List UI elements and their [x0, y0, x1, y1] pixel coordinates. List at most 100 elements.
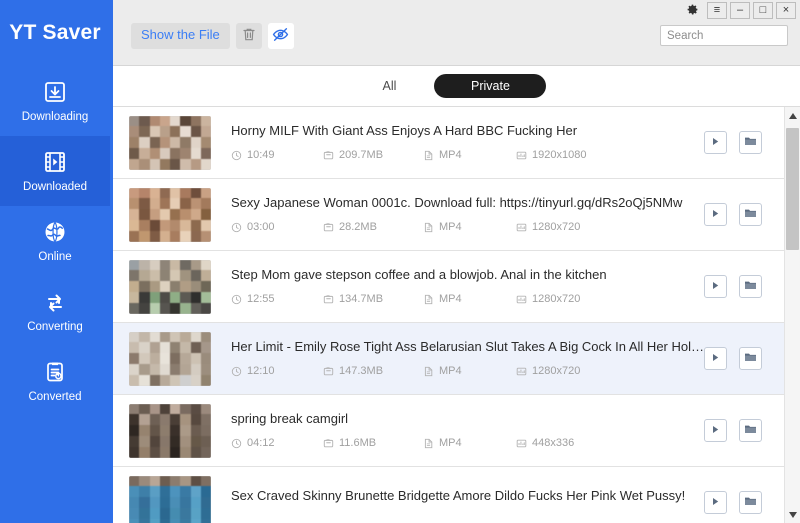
play-icon [710, 494, 721, 512]
row-content: Horny MILF With Giant Ass Enjoys A Hard … [211, 124, 704, 161]
meta-file-size-value: 134.7MB [339, 293, 384, 306]
open-folder-button[interactable] [739, 131, 762, 154]
video-thumbnail [129, 187, 211, 242]
maximize-button[interactable]: □ [753, 2, 773, 19]
meta-file-size: 11.6MB [323, 438, 423, 449]
save-box-icon [323, 438, 334, 449]
play-button[interactable] [704, 131, 727, 154]
sidebar-item-label: Downloaded [23, 181, 87, 194]
play-icon [710, 422, 721, 440]
meta-file-format: MP4 [423, 222, 516, 233]
gear-icon [686, 3, 699, 19]
play-button[interactable] [704, 419, 727, 442]
scrollbar-thumb[interactable] [785, 128, 799, 250]
row-actions [704, 131, 770, 154]
window-controls: ≡ – □ × [682, 2, 796, 19]
play-icon [710, 206, 721, 224]
trash-icon [242, 27, 256, 45]
meta-duration: 10:49 [231, 150, 323, 161]
application-window: YT Saver Downloading Downloaded Online C… [0, 0, 800, 523]
sidebar-item-converting[interactable]: Converting [0, 276, 110, 346]
settings-button[interactable] [682, 2, 702, 19]
play-button[interactable] [704, 491, 727, 514]
open-folder-button[interactable] [739, 203, 762, 226]
meta-duration: 03:00 [231, 222, 323, 233]
clock-icon [231, 294, 242, 305]
table-row[interactable]: Her Limit - Emily Rose Tight Ass Belarus… [113, 323, 784, 395]
resolution-icon [516, 366, 527, 377]
show-the-file-button[interactable]: Show the File [131, 23, 230, 49]
open-folder-button[interactable] [739, 419, 762, 442]
close-button[interactable]: × [776, 2, 796, 19]
row-content: Her Limit - Emily Rose Tight Ass Belarus… [211, 340, 704, 377]
open-folder-button[interactable] [739, 347, 762, 370]
meta-resolution-value: 448x336 [532, 437, 575, 450]
globe-icon [41, 218, 69, 246]
meta-file-size: 209.7MB [323, 150, 423, 161]
meta-file-format-value: MP4 [439, 221, 462, 234]
sidebar-item-converted[interactable]: Converted [0, 346, 110, 416]
clock-icon [231, 366, 242, 377]
folder-icon [744, 350, 757, 368]
meta-file-size: 134.7MB [323, 294, 423, 305]
play-button[interactable] [704, 347, 727, 370]
tab-bar: All Private [113, 66, 800, 107]
play-button[interactable] [704, 203, 727, 226]
file-icon [423, 366, 434, 377]
search-input[interactable] [660, 25, 788, 46]
video-title: Sex Craved Skinny Brunette Bridgette Amo… [231, 489, 686, 504]
meta-file-format: MP4 [423, 438, 516, 449]
meta-duration-value: 12:10 [247, 365, 275, 378]
meta-file-format-value: MP4 [439, 293, 462, 306]
table-row[interactable]: Sexy Japanese Woman 0001c. Download full… [113, 179, 784, 251]
table-row[interactable]: Sex Craved Skinny Brunette Bridgette Amo… [113, 467, 784, 523]
meta-resolution: 1280x720 [516, 366, 636, 377]
resolution-icon [516, 438, 527, 449]
meta-duration: 12:10 [231, 366, 323, 377]
file-icon [423, 294, 434, 305]
scroll-down-button[interactable] [784, 506, 800, 523]
meta-duration: 04:12 [231, 438, 323, 449]
meta-duration-value: 12:55 [247, 293, 275, 306]
table-row[interactable]: spring break camgirl 04:12 11.6MB MP4 448x33… [113, 395, 784, 467]
app-brand-title: YT Saver [9, 21, 101, 44]
clock-icon [231, 438, 242, 449]
meta-file-size-value: 209.7MB [339, 149, 384, 162]
sidebar-item-label: Downloading [21, 111, 89, 124]
scrollbar-track[interactable] [785, 124, 800, 506]
open-folder-button[interactable] [739, 275, 762, 298]
meta-file-format: MP4 [423, 294, 516, 305]
save-box-icon [323, 150, 334, 161]
video-metadata: 04:12 11.6MB MP4 448x336 [231, 438, 704, 449]
scroll-up-button[interactable] [784, 107, 800, 124]
table-row[interactable]: Step Mom gave stepson coffee and a blowj… [113, 251, 784, 323]
video-list: Horny MILF With Giant Ass Enjoys A Hard … [113, 107, 784, 523]
meta-resolution: 448x336 [516, 438, 636, 449]
video-title: Horny MILF With Giant Ass Enjoys A Hard … [231, 123, 578, 138]
video-title: spring break camgirl [231, 411, 349, 426]
folder-icon [744, 494, 757, 512]
sidebar-item-downloaded[interactable]: Downloaded [0, 136, 110, 206]
vertical-scrollbar[interactable] [784, 107, 800, 523]
table-row[interactable]: Horny MILF With Giant Ass Enjoys A Hard … [113, 107, 784, 179]
row-content: spring break camgirl 04:12 11.6MB MP4 448x33… [211, 412, 704, 449]
menu-button[interactable]: ≡ [707, 2, 727, 19]
meta-resolution: 1280x720 [516, 222, 636, 233]
open-folder-button[interactable] [739, 491, 762, 514]
file-icon [423, 150, 434, 161]
sidebar-item-label: Converted [28, 391, 82, 404]
minimize-button[interactable]: – [730, 2, 750, 19]
sidebar-item-downloading[interactable]: Downloading [0, 66, 110, 136]
hide-toggle-button[interactable] [267, 23, 294, 49]
sidebar-item-label: Online [38, 251, 72, 264]
sidebar-item-online[interactable]: Online [0, 206, 110, 276]
meta-file-size-value: 28.2MB [339, 221, 377, 234]
tab-all[interactable]: All [367, 75, 413, 98]
video-thumbnail [129, 259, 211, 314]
delete-button[interactable] [235, 23, 262, 49]
folder-icon [744, 134, 757, 152]
play-button[interactable] [704, 275, 727, 298]
tab-private[interactable]: Private [434, 73, 547, 99]
video-thumbnail [129, 403, 211, 458]
meta-duration: 12:55 [231, 294, 323, 305]
